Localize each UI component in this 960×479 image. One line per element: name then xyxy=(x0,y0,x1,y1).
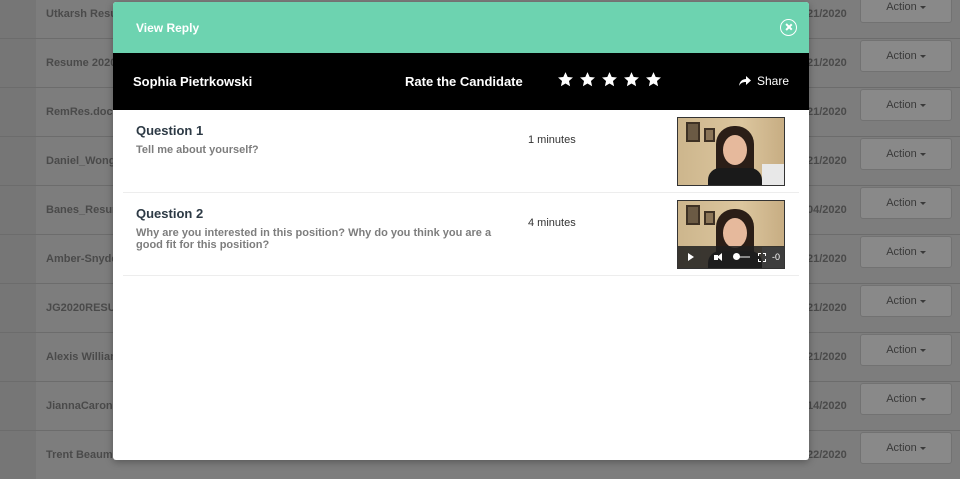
video-time: -0 xyxy=(771,252,780,262)
modal-title: View Reply xyxy=(136,20,200,35)
action-button[interactable]: Action xyxy=(860,432,952,464)
caret-down-icon xyxy=(919,250,926,254)
share-arrow-icon xyxy=(738,76,751,86)
close-icon[interactable] xyxy=(780,19,797,36)
video-wall-frame xyxy=(686,122,700,142)
row-filename: Daniel_Wong xyxy=(46,155,116,167)
share-label: Share xyxy=(756,74,789,88)
star-icon[interactable] xyxy=(601,71,618,88)
action-label: Action xyxy=(886,344,917,356)
row-date: 21/2020 xyxy=(807,155,847,167)
video-controls: -0 xyxy=(678,246,784,268)
play-icon[interactable] xyxy=(688,253,694,261)
star-icon[interactable] xyxy=(557,71,574,88)
question-list: Question 1 Tell me about yourself? 1 minut… xyxy=(113,110,809,276)
action-button[interactable]: Action xyxy=(860,89,952,121)
question-item: Question 2 Why are you interested in this… xyxy=(123,193,799,276)
action-label: Action xyxy=(886,393,917,405)
fullscreen-icon[interactable] xyxy=(757,252,766,262)
action-label: Action xyxy=(886,197,917,209)
candidate-bar: Sophia Pietrkowski Rate the Candidate Sh… xyxy=(113,53,809,110)
action-button[interactable]: Action xyxy=(860,187,952,219)
question-text: Why are you interested in this position?… xyxy=(136,227,492,251)
row-date: 22/2020 xyxy=(807,449,847,461)
row-filename: Resume 2020 xyxy=(46,57,117,69)
rate-label: Rate the Candidate xyxy=(405,74,523,89)
action-label: Action xyxy=(886,442,917,454)
action-label: Action xyxy=(886,1,917,13)
action-button[interactable]: Action xyxy=(860,0,952,23)
action-label: Action xyxy=(886,246,917,258)
question-title: Question 2 xyxy=(136,206,204,221)
caret-down-icon xyxy=(919,446,926,450)
action-button[interactable]: Action xyxy=(860,334,952,366)
video-wall-frame xyxy=(704,211,715,225)
share-button[interactable]: Share xyxy=(738,53,789,110)
action-label: Action xyxy=(886,295,917,307)
answer-duration: 1 minutes xyxy=(528,134,576,146)
question-item: Question 1 Tell me about yourself? 1 minut… xyxy=(123,110,799,193)
caret-down-icon xyxy=(919,54,926,58)
volume-icon[interactable] xyxy=(714,252,723,262)
row-filename: Banes_Resum xyxy=(46,204,122,216)
action-button[interactable]: Action xyxy=(860,383,952,415)
video-wall-frame xyxy=(704,128,715,142)
answer-video[interactable] xyxy=(677,117,785,186)
row-filename: JiannaCarona xyxy=(46,400,119,412)
video-person-face xyxy=(723,135,747,165)
question-title: Question 1 xyxy=(136,123,204,138)
row-date: 14/2020 xyxy=(807,400,847,412)
row-filename: Utkarsh Resu xyxy=(46,8,117,20)
row-date: 21/2020 xyxy=(807,57,847,69)
caret-down-icon xyxy=(919,152,926,156)
action-button[interactable]: Action xyxy=(860,236,952,268)
row-filename: Alexis Willian xyxy=(46,351,117,363)
action-button[interactable]: Action xyxy=(860,40,952,72)
row-date: 21/2020 xyxy=(807,302,847,314)
caret-down-icon xyxy=(919,5,926,9)
action-button[interactable]: Action xyxy=(860,138,952,170)
question-text: Tell me about yourself? xyxy=(136,144,259,156)
action-button[interactable]: Action xyxy=(860,285,952,317)
caret-down-icon xyxy=(919,299,926,303)
action-label: Action xyxy=(886,50,917,62)
star-icon[interactable] xyxy=(645,71,662,88)
volume-slider[interactable] xyxy=(733,253,750,260)
modal-header: View Reply xyxy=(113,2,809,53)
caret-down-icon xyxy=(919,103,926,107)
view-reply-modal: View Reply Sophia Pietrkowski Rate the C… xyxy=(113,2,809,460)
row-filename: Trent Beaum xyxy=(46,449,113,461)
row-date: 21/2020 xyxy=(807,8,847,20)
candidate-name: Sophia Pietrkowski xyxy=(133,74,253,89)
video-background-object xyxy=(762,164,784,185)
row-filename: Amber-Snyde xyxy=(46,253,118,265)
video-person-body xyxy=(708,168,762,185)
row-date: 21/2020 xyxy=(807,351,847,363)
answer-duration: 4 minutes xyxy=(528,217,576,229)
row-date: 21/2020 xyxy=(807,106,847,118)
row-filename: JG2020RESU xyxy=(46,302,116,314)
caret-down-icon xyxy=(919,201,926,205)
star-icon[interactable] xyxy=(623,71,640,88)
action-label: Action xyxy=(886,148,917,160)
row-date: 21/2020 xyxy=(807,253,847,265)
star-icon[interactable] xyxy=(579,71,596,88)
caret-down-icon xyxy=(919,348,926,352)
video-person-face xyxy=(723,218,747,248)
row-date: 04/2020 xyxy=(807,204,847,216)
video-wall-frame xyxy=(686,205,700,225)
rating-stars xyxy=(557,71,662,88)
caret-down-icon xyxy=(919,397,926,401)
answer-video[interactable]: -0 xyxy=(677,200,785,269)
row-filename: RemRes.docx xyxy=(46,106,119,118)
action-label: Action xyxy=(886,99,917,111)
